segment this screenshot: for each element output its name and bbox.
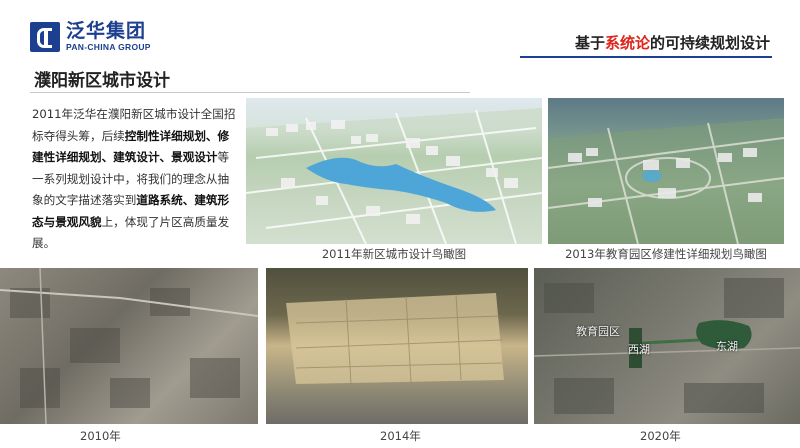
section-divider [30, 92, 470, 93]
header-title-pre: 基于 [574, 34, 605, 52]
caption-render-2011: 2011年新区城市设计鸟瞰图 [321, 247, 467, 261]
satellite-2010 [0, 268, 258, 424]
year-label-2010: 2010年 [80, 429, 121, 443]
satellite-2020: 教育园区 西湖 东湖 [534, 268, 800, 424]
render-2011-aerial [246, 98, 542, 244]
map-label-east-lake: 东湖 [716, 340, 738, 353]
header-title-highlight: 系统论 [604, 34, 650, 52]
map-label-west-lake: 西湖 [628, 343, 650, 356]
header-divider [520, 56, 772, 58]
slide-header-title: 基于系统论的可持续规划设计 [575, 32, 770, 53]
brand-name-en: PAN-CHINA GROUP [66, 42, 151, 53]
header-title-post: 的可持续规划设计 [649, 34, 770, 52]
year-label-2020: 2020年 [640, 429, 681, 443]
caption-render-2013: 2013年教育园区修建性详细规划鸟瞰图 [565, 247, 767, 261]
map-label-edu-park: 教育园区 [576, 325, 620, 338]
render-2013-edu-park-aerial [548, 98, 784, 244]
brand-logo: 泛华集团 PAN-CHINA GROUP [30, 20, 151, 54]
section-title: 濮阳新区城市设计 [34, 71, 170, 91]
year-label-2014: 2014年 [380, 429, 421, 443]
brand-name-cn: 泛华集团 [66, 20, 147, 43]
brand-logo-icon [30, 22, 60, 52]
satellite-2014 [266, 268, 528, 424]
description-paragraph: 2011年泛华在濮阳新区城市设计全国招标夺得头筹，后续控制性详细规划、修建性详细… [32, 104, 240, 255]
